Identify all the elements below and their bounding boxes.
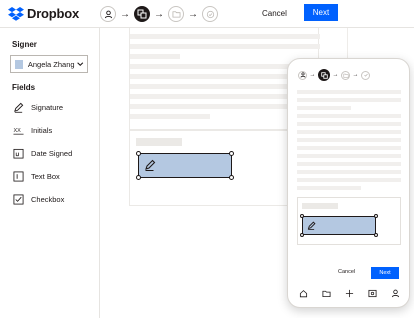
text-line: [297, 162, 401, 166]
resize-handle[interactable]: [136, 151, 141, 156]
field-date-signed[interactable]: Date Signed: [12, 146, 72, 160]
mobile-step-signer[interactable]: [298, 70, 307, 80]
mobile-step-fields[interactable]: [318, 69, 330, 81]
resize-handle[interactable]: [374, 233, 378, 237]
resize-handle[interactable]: [229, 151, 234, 156]
resize-handle[interactable]: [300, 233, 304, 237]
brand-name: Dropbox: [27, 6, 80, 21]
mobile-progress-steps: → → →: [298, 69, 370, 81]
text-line: [130, 34, 320, 39]
mobile-preview: → → → Cancel Next: [287, 58, 410, 308]
mobile-cancel-button[interactable]: Cancel: [338, 269, 355, 275]
chevron-down-icon: [76, 62, 83, 67]
mobile-signature-block: [297, 197, 401, 245]
text-line: [297, 138, 401, 142]
next-button[interactable]: Next: [304, 4, 338, 21]
cancel-button[interactable]: Cancel: [256, 6, 293, 22]
text-line: [297, 178, 401, 182]
folder-icon: [342, 73, 349, 78]
text-line: [297, 186, 361, 190]
top-bar: Dropbox → → → Cancel Next: [0, 0, 414, 28]
field-initials[interactable]: XX Initials: [12, 123, 52, 137]
signer-dropdown[interactable]: Angela Zhang: [10, 55, 88, 73]
dropbox-logo-icon: [8, 6, 24, 21]
arrow-right-icon: →: [188, 8, 198, 20]
field-label: Text Box: [31, 171, 60, 181]
fields-icon: [320, 71, 328, 79]
resize-handle[interactable]: [136, 175, 141, 180]
mobile-step-send[interactable]: [361, 70, 370, 80]
signer-heading: Signer: [12, 40, 37, 49]
pen-icon: [307, 221, 316, 230]
field-label: Date Signed: [31, 148, 73, 158]
person-icon: [300, 72, 305, 78]
mobile-tab-bar: [288, 283, 409, 303]
text-line: [130, 114, 210, 119]
field-checkbox[interactable]: Checkbox: [12, 192, 64, 206]
arrow-right-icon: →: [309, 72, 316, 78]
signer-color-swatch: [15, 59, 23, 69]
field-text-box[interactable]: Text Box: [12, 169, 60, 183]
resize-handle[interactable]: [374, 214, 378, 218]
field-label: Checkbox: [31, 194, 65, 204]
text-line: [297, 106, 351, 110]
checkbox-icon: [12, 193, 24, 205]
check-icon: [206, 10, 214, 18]
text-line: [297, 146, 401, 150]
text-line: [297, 170, 401, 174]
signature-field[interactable]: [136, 151, 234, 180]
step-review[interactable]: [168, 6, 184, 22]
person-icon: [104, 10, 112, 18]
calendar-icon: [12, 147, 24, 159]
dropbox-logo[interactable]: Dropbox: [8, 6, 79, 21]
check-icon: [363, 73, 368, 77]
pen-icon: [12, 101, 24, 113]
progress-steps: → → →: [100, 5, 218, 23]
text-line: [130, 44, 320, 49]
account-icon[interactable]: [391, 288, 401, 298]
plus-icon[interactable]: [345, 288, 355, 298]
text-line: [297, 130, 401, 134]
initials-icon: XX: [12, 124, 24, 136]
text-line: [297, 154, 401, 158]
mobile-next-button[interactable]: Next: [371, 267, 399, 279]
text-line: [297, 90, 401, 94]
step-signer[interactable]: [100, 6, 116, 22]
pen-icon: [145, 159, 156, 171]
resize-handle[interactable]: [229, 175, 234, 180]
folder-icon[interactable]: [322, 288, 332, 298]
fields-sidebar: Signer Angela Zhang Fields Signature XX …: [0, 28, 100, 318]
field-label: Initials: [31, 125, 53, 135]
field-signature[interactable]: Signature: [12, 100, 63, 114]
fields-heading: Fields: [12, 83, 36, 92]
text-box-icon: [12, 170, 24, 182]
photo-icon[interactable]: [368, 288, 378, 298]
arrow-right-icon: →: [120, 8, 130, 20]
arrow-right-icon: →: [352, 72, 359, 78]
resize-handle[interactable]: [300, 214, 304, 218]
svg-text:XX: XX: [13, 127, 21, 133]
signer-name: Angela Zhang: [27, 59, 75, 69]
text-line: [297, 122, 401, 126]
arrow-right-icon: →: [154, 8, 164, 20]
mobile-signature-field[interactable]: [300, 214, 378, 237]
step-send[interactable]: [202, 6, 218, 22]
mobile-step-review[interactable]: [341, 70, 350, 80]
signature-line-label: [136, 138, 182, 146]
step-fields[interactable]: [134, 6, 150, 22]
field-label: Signature: [31, 102, 64, 112]
text-line: [130, 54, 180, 59]
arrow-right-icon: →: [332, 72, 339, 78]
text-line: [297, 114, 401, 118]
folder-icon: [172, 11, 180, 18]
home-icon[interactable]: [299, 288, 309, 298]
fields-icon: [137, 9, 147, 19]
signature-line-label: [302, 203, 338, 209]
text-line: [297, 98, 401, 102]
